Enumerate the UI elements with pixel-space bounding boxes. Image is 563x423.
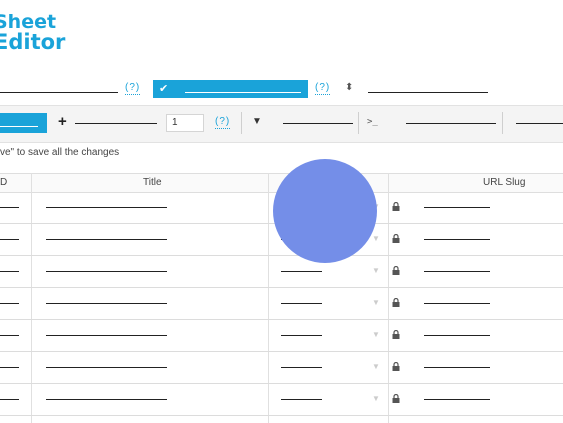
cell-url-slug[interactable] [424, 303, 490, 304]
add-rows-icon[interactable]: + [58, 113, 67, 130]
formula-field[interactable] [406, 123, 496, 124]
cell-url-slug[interactable] [424, 335, 490, 336]
app-logo: Sheet Editor [0, 11, 66, 54]
lock-icon [392, 298, 400, 307]
filter-search-field[interactable] [283, 123, 353, 124]
help-link-1[interactable]: (?) [125, 82, 141, 95]
cell-title[interactable] [46, 239, 167, 240]
cell-id[interactable] [0, 239, 19, 240]
cell-id[interactable] [0, 399, 19, 400]
header-url-slug[interactable]: URL Slug [483, 177, 525, 188]
cell-url-slug[interactable] [424, 367, 490, 368]
sort-arrows-icon[interactable]: ⬍ [345, 82, 353, 93]
rows-count-input[interactable]: 1 [166, 114, 204, 132]
cell-dropdown[interactable] [281, 335, 322, 336]
cell-title[interactable] [46, 271, 167, 272]
cell-id[interactable] [0, 367, 19, 368]
save-hint: ve" to save all the changes [0, 147, 120, 158]
toolbar-divider-3 [502, 112, 503, 134]
table-row[interactable]: ▼ [0, 384, 563, 416]
dropdown-caret-icon[interactable]: ▼ [372, 234, 380, 243]
cell-dropdown[interactable] [281, 399, 322, 400]
toolbar: + 1 (?) ▼ >_ [0, 105, 563, 143]
lock-icon [392, 362, 400, 371]
check-icon: ✔ [159, 83, 169, 95]
lock-icon [392, 234, 400, 243]
cell-dropdown[interactable] [281, 367, 322, 368]
dropdown-caret-icon[interactable]: ▼ [372, 266, 380, 275]
cell-title[interactable] [46, 399, 167, 400]
toolbar-divider-1 [241, 112, 242, 134]
cell-url-slug[interactable] [424, 239, 490, 240]
cell-title[interactable] [46, 367, 167, 368]
cell-dropdown[interactable] [281, 303, 322, 304]
toolbar-divider-2 [358, 112, 359, 134]
cell-id[interactable] [0, 303, 19, 304]
toolbar-primary-underline [0, 126, 38, 127]
click-highlight-circle [273, 159, 377, 263]
add-rows-field[interactable] [75, 123, 157, 124]
lock-icon [392, 202, 400, 211]
search-field[interactable] [516, 123, 563, 124]
dropdown-caret-icon[interactable]: ▼ [372, 298, 380, 307]
cell-title[interactable] [46, 207, 167, 208]
selected-filter-underline [185, 92, 301, 93]
filter-icon[interactable]: ▼ [252, 116, 262, 127]
header-id[interactable]: D [0, 177, 7, 188]
cell-url-slug[interactable] [424, 207, 490, 208]
selected-filter-field[interactable]: ✔ [153, 80, 308, 98]
header-title[interactable]: Title [143, 177, 162, 188]
toolbar-help-link[interactable]: (?) [215, 116, 231, 129]
lock-icon [392, 266, 400, 275]
cell-dropdown[interactable] [281, 271, 322, 272]
cell-title[interactable] [46, 303, 167, 304]
filter-field-2[interactable] [368, 92, 488, 93]
cell-id[interactable] [0, 335, 19, 336]
table-row[interactable]: ▼ [0, 288, 563, 320]
formula-icon[interactable]: >_ [367, 117, 378, 127]
filter-field-1[interactable] [0, 92, 118, 93]
dropdown-caret-icon[interactable]: ▼ [372, 394, 380, 403]
toolbar-primary-button[interactable] [0, 113, 47, 133]
cell-title[interactable] [46, 335, 167, 336]
cell-id[interactable] [0, 207, 19, 208]
help-link-2[interactable]: (?) [315, 82, 331, 95]
dropdown-caret-icon[interactable]: ▼ [372, 330, 380, 339]
cell-id[interactable] [0, 271, 19, 272]
table-row[interactable]: ▼ [0, 320, 563, 352]
dropdown-caret-icon[interactable]: ▼ [372, 362, 380, 371]
table-row[interactable]: ▼ [0, 352, 563, 384]
table-row[interactable]: ▼ [0, 256, 563, 288]
cell-url-slug[interactable] [424, 399, 490, 400]
logo-line-2: Editor [0, 30, 66, 54]
lock-icon [392, 330, 400, 339]
logo-line-1: Sheet [0, 11, 57, 33]
lock-icon [392, 394, 400, 403]
cell-url-slug[interactable] [424, 271, 490, 272]
